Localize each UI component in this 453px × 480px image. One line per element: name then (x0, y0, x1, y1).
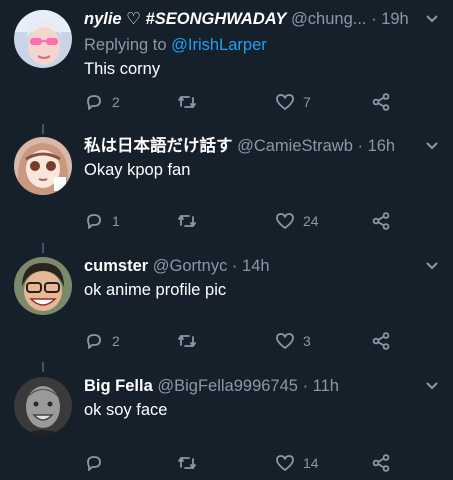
avatar[interactable] (14, 137, 72, 195)
like-button[interactable]: 14 (275, 451, 319, 475)
like-button[interactable]: 3 (275, 329, 311, 353)
retweet-icon (178, 335, 196, 347)
chevron-down-icon[interactable] (425, 141, 439, 151)
like-button[interactable]: 24 (275, 209, 319, 233)
chevron-down-icon[interactable] (425, 14, 439, 24)
retweet-button[interactable] (177, 90, 205, 114)
reply-count: 2 (112, 333, 120, 349)
like-count: 7 (303, 94, 311, 110)
tweet-text: This corny (84, 60, 161, 78)
chevron-down-icon[interactable] (425, 381, 439, 391)
tweet-actions: 2 3 (84, 329, 404, 353)
share-button[interactable] (371, 329, 391, 353)
replying-prefix: Replying to (84, 36, 172, 54)
like-count: 3 (303, 333, 311, 349)
tweet-text: ok anime profile pic (84, 281, 227, 299)
like-count: 14 (303, 455, 319, 471)
reply-button[interactable]: 2 (84, 90, 120, 114)
handle[interactable]: @chung... (291, 10, 366, 28)
separator-dot: · (302, 377, 309, 395)
tweet-actions: 1 24 (84, 209, 404, 233)
display-name[interactable]: Big Fella (84, 377, 153, 395)
like-icon (276, 333, 294, 349)
reply-icon (87, 95, 101, 110)
chevron-down-icon[interactable] (425, 261, 439, 271)
like-icon (276, 455, 294, 471)
reply-icon (87, 456, 101, 471)
reply-button[interactable]: 1 (84, 209, 120, 233)
separator-dot: · (357, 137, 363, 155)
tweet-text: Okay kpop fan (84, 161, 191, 179)
tweet-actions: 2 7 (84, 90, 404, 114)
reply-count: 2 (112, 94, 120, 110)
retweet-icon (178, 215, 196, 227)
timestamp[interactable]: 11h (313, 377, 339, 395)
avatar[interactable] (14, 377, 72, 435)
like-button[interactable]: 7 (275, 90, 311, 114)
handle[interactable]: @BigFella9996745 (157, 377, 298, 395)
share-icon (372, 93, 390, 111)
retweet-button[interactable] (177, 209, 205, 233)
reply-button[interactable]: 2 (84, 329, 120, 353)
retweet-icon (178, 457, 196, 469)
reply-count: 1 (112, 213, 120, 229)
thread-line (42, 124, 44, 134)
retweet-button[interactable] (177, 329, 205, 353)
like-icon (276, 213, 294, 229)
display-name[interactable]: nylie ♡ #SEONGHWADAY (84, 10, 286, 28)
retweet-button[interactable] (177, 451, 205, 475)
share-button[interactable] (371, 90, 391, 114)
retweet-icon (178, 96, 196, 108)
handle[interactable]: @CamieStrawb (237, 137, 353, 155)
tweet-actions: 14 (84, 451, 404, 475)
display-name[interactable]: cumster (84, 257, 148, 275)
share-icon (372, 454, 390, 472)
thread-line (42, 362, 44, 372)
reply-button[interactable] (84, 451, 112, 475)
share-icon (372, 332, 390, 350)
replying-to-link[interactable]: @IrishLarper (171, 36, 267, 54)
tweet-header: 私は日本語だけ話す @CamieStrawb · 16h (84, 135, 419, 157)
like-icon (276, 94, 294, 110)
avatar[interactable] (14, 10, 72, 68)
separator-dot: · (371, 10, 377, 28)
tweet-header: nylie ♡ #SEONGHWADAY @chung... · 19h (84, 8, 419, 30)
tweet-text: ok soy face (84, 401, 168, 419)
share-button[interactable] (371, 209, 391, 233)
share-icon (372, 212, 390, 230)
reply-icon (87, 334, 101, 349)
handle[interactable]: @Gortnyc (153, 257, 228, 275)
separator-dot: · (231, 257, 238, 275)
replying-to: Replying to @IrishLarper (84, 34, 267, 56)
tweet-header: cumster @Gortnyc · 14h (84, 255, 419, 277)
thread-line (42, 243, 44, 253)
avatar[interactable] (14, 257, 72, 315)
timestamp[interactable]: 19h (381, 10, 409, 28)
reply-icon (87, 214, 101, 229)
timestamp[interactable]: 16h (368, 137, 396, 155)
timestamp[interactable]: 14h (242, 257, 270, 275)
tweet-header: Big Fella @BigFella9996745 · 11h (84, 375, 419, 397)
like-count: 24 (303, 213, 319, 229)
display-name[interactable]: 私は日本語だけ話す (84, 137, 233, 155)
share-button[interactable] (371, 451, 391, 475)
